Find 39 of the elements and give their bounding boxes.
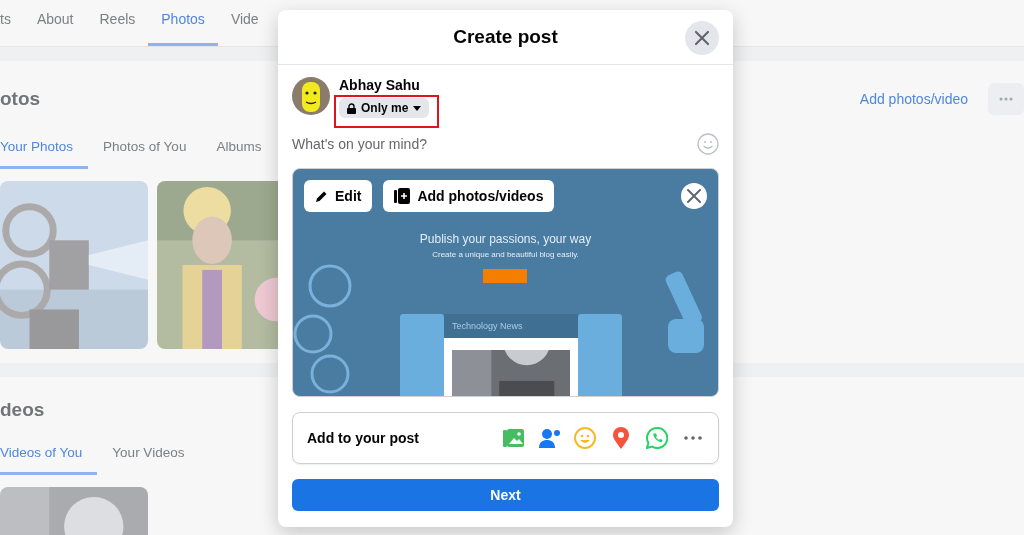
tab[interactable]: Your Photos: [0, 127, 89, 169]
tab[interactable]: Photos: [148, 0, 218, 46]
card-title: Technology News: [444, 314, 578, 338]
add-to-post-label: Add to your post: [307, 430, 419, 446]
section-title: otos: [0, 88, 41, 110]
photo-icon[interactable]: [502, 427, 524, 449]
tab[interactable]: Vide: [217, 0, 259, 46]
tab[interactable]: Reels: [86, 0, 149, 46]
tab[interactable]: About: [23, 0, 87, 46]
section-title: deos: [0, 399, 45, 421]
close-icon: [687, 189, 701, 203]
next-button[interactable]: Next: [292, 479, 719, 511]
photo-stack-icon: [394, 188, 411, 204]
close-button[interactable]: [685, 21, 719, 55]
tab[interactable]: Photos of You: [88, 127, 202, 169]
person-tag-icon[interactable]: [538, 427, 560, 449]
chat-phone-icon[interactable]: [646, 427, 668, 449]
location-pin-icon[interactable]: [610, 427, 632, 449]
dialog-title: Create post: [453, 26, 558, 48]
smiley-icon[interactable]: [574, 427, 596, 449]
remove-button[interactable]: [681, 183, 707, 209]
privacy-dropdown[interactable]: Only me: [339, 98, 430, 118]
caret-icon: [413, 105, 422, 111]
avatar: [292, 77, 330, 115]
subheadline: Create a unique and beautiful blog easily.: [431, 250, 580, 259]
author-name: Abhay Sahu: [339, 77, 421, 93]
tab[interactable]: ts: [0, 0, 24, 46]
add-photos-button[interactable]: Add photos/videos: [383, 180, 555, 212]
close-icon: [694, 30, 710, 46]
pencil-icon: [315, 189, 328, 203]
more-icon: [999, 97, 1013, 101]
headline: Publish your passions, your way: [418, 232, 593, 246]
emoji-icon: [697, 133, 719, 155]
lock-icon: [347, 102, 356, 114]
tab[interactable]: Albums: [201, 127, 277, 169]
edit-button[interactable]: Edit: [304, 180, 373, 212]
tab[interactable]: Videos of You: [0, 433, 98, 475]
tab[interactable]: Your Videos: [97, 433, 200, 475]
add-photos-link[interactable]: Add photos/video: [859, 91, 968, 107]
